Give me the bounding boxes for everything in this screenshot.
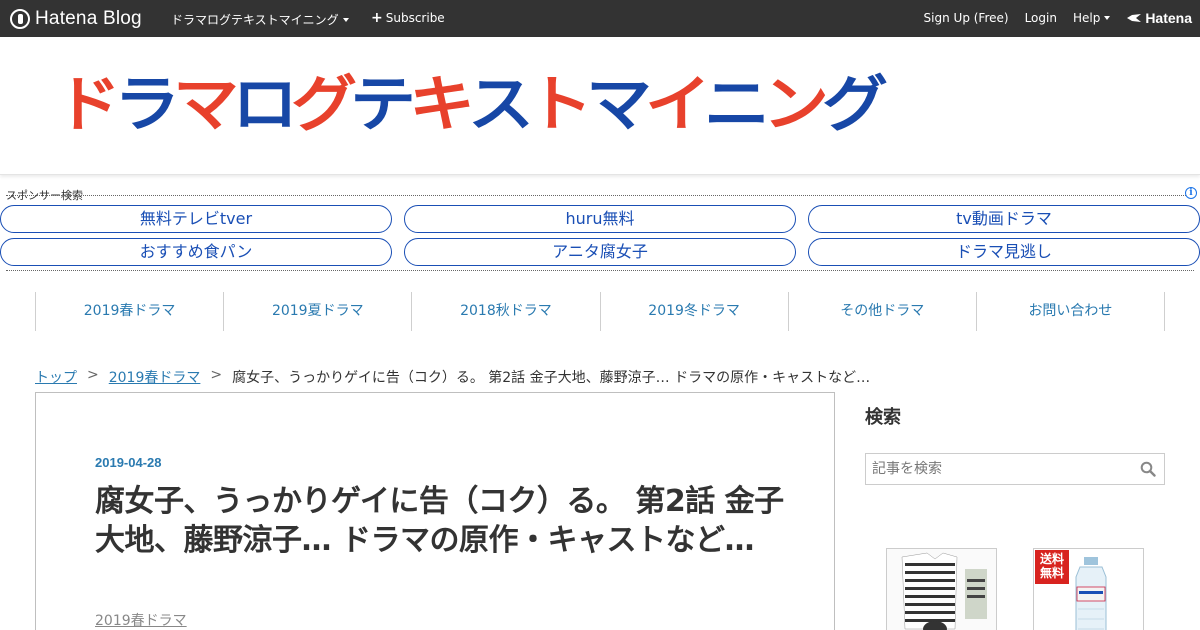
- banner-char: ロ: [232, 69, 298, 140]
- hatena-logo[interactable]: Hatena: [1126, 10, 1192, 26]
- header-right-menu: Sign Up (Free) Login Help Hatena: [908, 10, 1192, 26]
- banner-char: ド: [55, 69, 121, 140]
- article-title[interactable]: 腐女子、うっかりゲイに告（コク）る。 第2話 金子大地、藤野涼子… ドラマの原作…: [95, 482, 785, 560]
- nav-item-other[interactable]: その他ドラマ: [789, 292, 977, 331]
- banner-char: イ: [645, 69, 711, 140]
- banner-char: ニ: [704, 69, 770, 140]
- nav-item-contact[interactable]: お問い合わせ: [977, 292, 1166, 331]
- article-card: 2019-04-28 腐女子、うっかりゲイに告（コク）る。 第2話 金子大地、藤…: [35, 392, 835, 630]
- article-date[interactable]: 2019-04-28: [95, 455, 162, 470]
- nav-item-2019-spring[interactable]: 2019春ドラマ: [36, 292, 225, 331]
- sponsor-link[interactable]: ドラマ見逃し: [808, 238, 1200, 266]
- breadcrumb-top-link[interactable]: トップ: [35, 367, 77, 387]
- hatena-blog-logo-text: Hatena Blog: [35, 8, 142, 29]
- login-link[interactable]: Login: [1025, 11, 1057, 25]
- banner-char: テ: [350, 69, 416, 140]
- banner-char: ン: [763, 69, 829, 140]
- sponsor-link[interactable]: huru無料: [404, 205, 796, 233]
- banner-char: ト: [527, 69, 593, 140]
- divider: [6, 270, 1194, 271]
- sign-up-link[interactable]: Sign Up (Free): [924, 11, 1009, 25]
- subscribe-label: Subscribe: [385, 11, 445, 25]
- nav-item-2018-autumn[interactable]: 2018秋ドラマ: [412, 292, 601, 331]
- banner-char: ス: [468, 69, 534, 140]
- sidebar-search-title: 検索: [865, 407, 901, 428]
- free-shipping-badge: 送料無料: [1039, 552, 1064, 580]
- divider: [6, 195, 1186, 196]
- blog-name-label: ドラマログテキストマイニング: [171, 13, 339, 27]
- banner-char: グ: [822, 69, 888, 140]
- search-input[interactable]: [866, 454, 1136, 484]
- chevron-down-icon: [342, 17, 349, 22]
- banner-char: グ: [291, 69, 357, 140]
- breadcrumb-category-link[interactable]: 2019春ドラマ: [109, 367, 201, 387]
- sponsor-link[interactable]: tv動画ドラマ: [808, 205, 1200, 233]
- hatena-blog-logo-icon: [10, 9, 30, 29]
- chevron-down-icon: [1104, 16, 1111, 20]
- search-icon[interactable]: [1140, 461, 1156, 477]
- hatena-global-header: Hatena Blog ドラマログテキストマイニング + Subscribe S…: [0, 0, 1200, 37]
- hatena-bird-icon: [1127, 14, 1142, 22]
- ad-product-image[interactable]: [886, 548, 997, 630]
- plus-icon: +: [371, 10, 383, 26]
- sponsor-link[interactable]: アニタ腐女子: [404, 238, 796, 266]
- banner-char: キ: [409, 69, 475, 140]
- blog-name-menu[interactable]: ドラマログテキストマイニング: [171, 11, 349, 28]
- sponsor-link[interactable]: おすすめ食パン: [0, 238, 392, 266]
- breadcrumb: トップ > 2019春ドラマ > 腐女子、うっかりゲイに告（コク）る。 第2話 …: [35, 367, 870, 387]
- sponsor-link[interactable]: 無料テレビtver: [0, 205, 392, 233]
- help-label: Help: [1072, 11, 1101, 25]
- ad-product-image[interactable]: 送料無料: [1033, 548, 1144, 630]
- blog-title-banner[interactable]: ドラマログテキストマイニング: [55, 68, 1145, 142]
- hatena-blog-logo[interactable]: Hatena Blog: [10, 7, 142, 31]
- subscribe-button[interactable]: + Subscribe: [371, 11, 445, 25]
- banner-char: マ: [586, 69, 652, 140]
- breadcrumb-current: 腐女子、うっかりゲイに告（コク）る。 第2話 金子大地、藤野涼子… ドラマの原作…: [232, 370, 871, 386]
- help-menu[interactable]: Help: [1072, 11, 1111, 25]
- banner-char: マ: [173, 69, 239, 140]
- breadcrumb-separator: >: [210, 367, 223, 383]
- hatena-logo-text: Hatena: [1145, 10, 1192, 26]
- global-nav: 2019春ドラマ 2019夏ドラマ 2018秋ドラマ 2019冬ドラマ その他ド…: [35, 292, 1166, 331]
- article-category[interactable]: 2019春ドラマ: [95, 610, 187, 630]
- nav-item-2019-winter[interactable]: 2019冬ドラマ: [601, 292, 789, 331]
- nav-item-2019-summer[interactable]: 2019夏ドラマ: [224, 292, 413, 331]
- info-icon[interactable]: i: [1185, 187, 1197, 199]
- search-box: [865, 453, 1165, 485]
- breadcrumb-separator: >: [87, 367, 99, 383]
- banner-char: ラ: [114, 69, 180, 140]
- striped-shirt-image: [887, 549, 996, 630]
